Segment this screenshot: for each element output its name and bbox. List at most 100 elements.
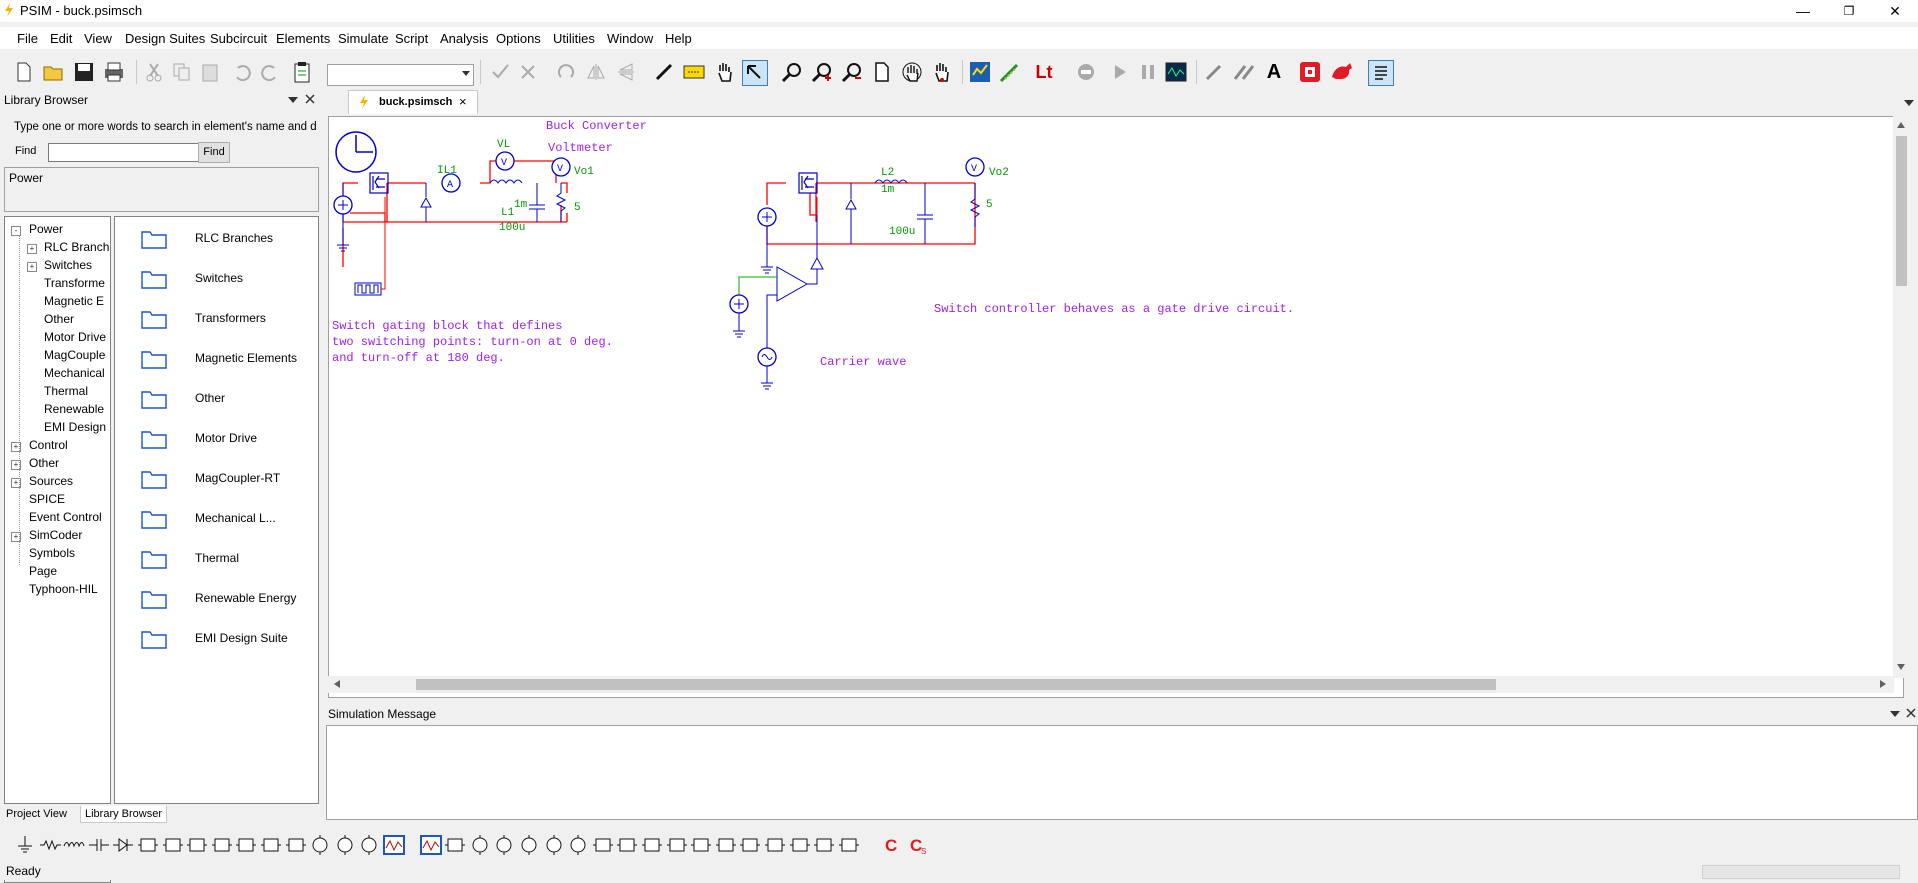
folder-item[interactable]: Other bbox=[115, 379, 318, 419]
select-icon[interactable] bbox=[742, 60, 768, 86]
source3-icon[interactable] bbox=[518, 834, 540, 856]
scope2-icon[interactable] bbox=[419, 834, 442, 856]
tree-expander-icon[interactable]: + bbox=[27, 262, 37, 272]
voltmeter2-icon[interactable] bbox=[334, 834, 356, 856]
tree-item-magnetic-e[interactable]: Magnetic E bbox=[44, 294, 104, 308]
probe-icon[interactable] bbox=[998, 60, 1022, 84]
tree-item-page[interactable]: Page bbox=[29, 564, 57, 578]
resistor-icon[interactable] bbox=[39, 834, 61, 856]
tab-project-view[interactable]: Project View bbox=[2, 806, 71, 822]
new-icon[interactable] bbox=[12, 60, 36, 84]
close-button[interactable]: ✕ bbox=[1872, 0, 1918, 22]
canvas-hscrollbar[interactable] bbox=[328, 676, 1894, 693]
print-icon[interactable] bbox=[102, 60, 126, 84]
thyristor-icon[interactable] bbox=[137, 834, 159, 856]
page-icon[interactable] bbox=[870, 60, 894, 84]
folder-item[interactable]: Thermal bbox=[115, 539, 318, 579]
pause-icon[interactable] bbox=[1136, 60, 1160, 84]
flip-horizontal-icon[interactable] bbox=[584, 60, 608, 84]
menu-edit[interactable]: Edit bbox=[50, 31, 72, 46]
sim-panel-close-icon[interactable] bbox=[1906, 708, 1916, 718]
minimize-button[interactable]: — bbox=[1780, 0, 1826, 22]
k-block-icon[interactable] bbox=[641, 834, 663, 856]
tree-item-transforme[interactable]: Transforme bbox=[44, 276, 105, 290]
play-icon[interactable] bbox=[1108, 60, 1132, 84]
bridge-icon[interactable] bbox=[186, 834, 208, 856]
transistor-icon[interactable] bbox=[162, 834, 184, 856]
ground-icon[interactable] bbox=[14, 834, 36, 856]
wire-icon[interactable] bbox=[652, 60, 676, 84]
zoom-in-icon[interactable] bbox=[810, 60, 834, 84]
pen-icon[interactable] bbox=[1202, 60, 1226, 84]
scope-icon[interactable] bbox=[1164, 60, 1188, 84]
check-icon[interactable] bbox=[488, 60, 512, 84]
source5-icon[interactable] bbox=[567, 834, 589, 856]
find-button[interactable]: Find bbox=[198, 142, 230, 163]
tree-expander-icon[interactable]: + bbox=[27, 244, 37, 254]
triangle-icon[interactable] bbox=[789, 834, 811, 856]
rotate-icon[interactable] bbox=[554, 60, 578, 84]
menu-simulate[interactable]: Simulate bbox=[338, 31, 389, 46]
panel-menu-icon[interactable] bbox=[288, 97, 298, 103]
undo-icon[interactable] bbox=[230, 60, 254, 84]
capacitor-icon[interactable] bbox=[88, 834, 110, 856]
menu-elements[interactable]: Elements bbox=[276, 31, 330, 46]
folder-item[interactable]: Switches bbox=[115, 259, 318, 299]
red-app-icon[interactable] bbox=[1298, 60, 1322, 84]
hand-icon[interactable] bbox=[712, 60, 736, 84]
grab-icon[interactable] bbox=[930, 60, 954, 84]
bridge2-icon[interactable] bbox=[211, 834, 233, 856]
switch-icon[interactable] bbox=[260, 834, 282, 856]
folder-item[interactable]: Motor Drive bbox=[115, 419, 318, 459]
text-icon[interactable]: A bbox=[1262, 60, 1286, 84]
schematic-canvas[interactable]: Buck Converter A IL1 V VL 1m L1 100u 5 V… bbox=[328, 116, 1904, 698]
lt-icon[interactable]: Lt bbox=[1032, 60, 1056, 84]
diode-icon[interactable] bbox=[112, 834, 134, 856]
tab-library-browser[interactable]: Library Browser bbox=[80, 806, 168, 823]
probe-icon[interactable] bbox=[616, 834, 638, 856]
clipboard-icon[interactable] bbox=[290, 60, 314, 84]
paste-icon[interactable] bbox=[198, 60, 222, 84]
cut-icon[interactable] bbox=[142, 60, 166, 84]
document-tab-close[interactable]: × bbox=[459, 94, 467, 109]
menu-analysis[interactable]: Analysis bbox=[440, 31, 488, 46]
cs-code-icon[interactable]: CS bbox=[907, 834, 929, 856]
redo-icon[interactable] bbox=[258, 60, 282, 84]
copy-icon[interactable] bbox=[170, 60, 194, 84]
document-tab[interactable]: buck.psimsch × bbox=[348, 90, 478, 114]
tree-item-renewable[interactable]: Renewable bbox=[44, 402, 104, 416]
tree-item-spice[interactable]: SPICE bbox=[29, 492, 65, 506]
red-animal-icon[interactable] bbox=[1330, 60, 1354, 84]
tree-item-other[interactable]: Other bbox=[29, 456, 59, 470]
simulation-message-body[interactable] bbox=[326, 725, 1918, 820]
zoom-out-icon[interactable] bbox=[840, 60, 864, 84]
limiter-icon[interactable] bbox=[764, 834, 786, 856]
folder-item[interactable]: Renewable Energy bbox=[115, 579, 318, 619]
multiplier-icon[interactable] bbox=[715, 834, 737, 856]
folder-item[interactable]: Magnetic Elements bbox=[115, 339, 318, 379]
ac-source-icon[interactable] bbox=[493, 834, 515, 856]
pan-icon[interactable] bbox=[900, 60, 924, 84]
dc-source-icon[interactable] bbox=[469, 834, 491, 856]
label-icon[interactable] bbox=[682, 60, 706, 84]
block-icon[interactable] bbox=[444, 834, 466, 856]
add-block-icon[interactable] bbox=[838, 834, 860, 856]
tree-item-control[interactable]: Control bbox=[29, 438, 68, 452]
folder-item[interactable]: Transformers bbox=[115, 299, 318, 339]
tree-item-motor-drive[interactable]: Motor Drive bbox=[44, 330, 106, 344]
sim-panel-menu-icon[interactable] bbox=[1890, 711, 1900, 717]
stop-icon[interactable] bbox=[1074, 60, 1098, 84]
menu-help[interactable]: Help bbox=[665, 31, 692, 46]
tree-item-other[interactable]: Other bbox=[44, 312, 74, 326]
find-input[interactable] bbox=[48, 143, 200, 162]
menu-utilities[interactable]: Utilities bbox=[553, 31, 595, 46]
zoom-combo[interactable] bbox=[327, 64, 474, 86]
panel-close-icon[interactable] bbox=[305, 94, 315, 104]
canvas-vscrollbar[interactable] bbox=[1893, 116, 1910, 678]
sum-icon[interactable] bbox=[690, 834, 712, 856]
switch2-icon[interactable] bbox=[285, 834, 307, 856]
menu-design-suites[interactable]: Design Suites bbox=[125, 31, 205, 46]
folder-item[interactable]: EMI Design Suite bbox=[115, 619, 318, 659]
menu-subcircuit[interactable]: Subcircuit bbox=[210, 31, 267, 46]
flip-vertical-icon[interactable] bbox=[614, 60, 638, 84]
